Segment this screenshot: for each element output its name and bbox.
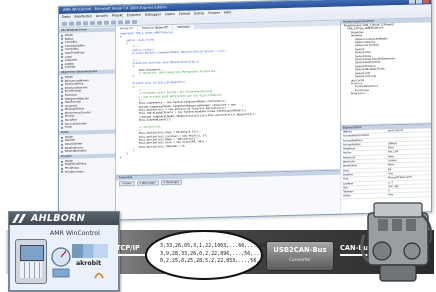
gauge-icon: [51, 247, 71, 278]
editor-tab[interactable]: Form1.cs [Entwurf]*: [138, 25, 173, 31]
device-keypad: [20, 262, 42, 278]
akrobit-logo: akrobit: [76, 260, 102, 267]
find-icon[interactable]: [132, 19, 137, 24]
copy-icon[interactable]: [97, 20, 102, 25]
start-debug-icon[interactable]: [125, 19, 130, 24]
usb2can-title: USB2CAN-Bus: [273, 246, 327, 254]
save-all-icon[interactable]: [83, 20, 88, 25]
paste-icon[interactable]: [104, 20, 109, 25]
maximize-icon[interactable]: [416, 0, 422, 4]
usb2can-subtitle: Converter: [289, 258, 311, 263]
redo-icon[interactable]: [118, 19, 123, 24]
device-screen: [20, 245, 44, 261]
editor-tab[interactable]: Form1.cs*: [116, 25, 138, 32]
open-file-icon[interactable]: [69, 21, 74, 26]
ahlborn-brand: AHLBORN: [31, 213, 86, 224]
properties-grid: (Name) amrControl1 AccessibleDescription Ac…: [341, 128, 431, 200]
error-list-tab[interactable]: 0 Warnungen: [136, 180, 159, 186]
undo-icon[interactable]: [111, 19, 116, 25]
data-stream-line: 3,33,26,05,3,1,22,1003,...66,...,1033: [160, 243, 272, 249]
save-icon[interactable]: [76, 20, 81, 26]
new-project-icon[interactable]: [62, 21, 67, 26]
ahlborn-mark-icon: [12, 214, 26, 223]
data-logger-device-icon: [15, 239, 47, 284]
chart-graphic: [72, 244, 108, 258]
code-area[interactable]: namespace CAN_2_Ringe_AMR3ToDevice{ publ…: [116, 26, 340, 160]
tree-node[interactable]: Program.cs: [344, 90, 431, 96]
tcpip-label: TCP/IP: [116, 244, 140, 252]
ahlborn-logo: AHLBORN: [9, 212, 119, 225]
toolbox-panel: Alle Windows Forms Zeiger Button CheckBox Ch…: [59, 26, 116, 221]
close-icon[interactable]: [423, 0, 429, 4]
data-stream-line: 0,2,25,0,25,28,5,2,22,853,...,56,...: [160, 258, 269, 265]
error-list-tab[interactable]: 0 Meldungen: [160, 179, 183, 186]
engine-icon: [360, 202, 433, 282]
ahlborn-product-box: AHLBORN AMR WinControl akrobit: [8, 211, 120, 292]
cut-icon[interactable]: [90, 20, 95, 25]
product-name: AMR WinControl: [50, 230, 100, 237]
akrobit-mark-icon: [94, 272, 104, 279]
data-stream-text: 3,33,26,05,3,1,22,1003,...66,...,1033 3,9…: [160, 243, 277, 266]
window-controls: [409, 0, 429, 4]
minimize-icon[interactable]: [409, 0, 415, 4]
error-list-tab[interactable]: 0 Fehler: [119, 180, 135, 187]
ide-window: AMR WinControl - Microsoft Visual C# 200…: [58, 0, 432, 222]
data-stream-line: 3,9,28,33,26,0,2,22,896,...,56,...,1003: [160, 250, 278, 257]
solution-explorer: Projektmappen-Explorer Projektmappe 'CAN…: [341, 18, 431, 125]
toolbox-item[interactable]: PrintDocument: [59, 169, 115, 174]
editor-tab[interactable]: Startseite: [173, 24, 194, 30]
code-editor[interactable]: Form1.cs* Form1.cs [Entwurf]* Startseite n…: [116, 20, 341, 175]
usb2can-converter: USB2CAN-Bus Converter: [266, 241, 334, 271]
error-list-panel: Fehlerliste 0 Fehler 0 Warnungen 0 Meldung…: [116, 169, 340, 220]
solution-tree: Projektmappe 'CAN_2_Ringe' (1 Projekt) CA…: [341, 22, 431, 96]
